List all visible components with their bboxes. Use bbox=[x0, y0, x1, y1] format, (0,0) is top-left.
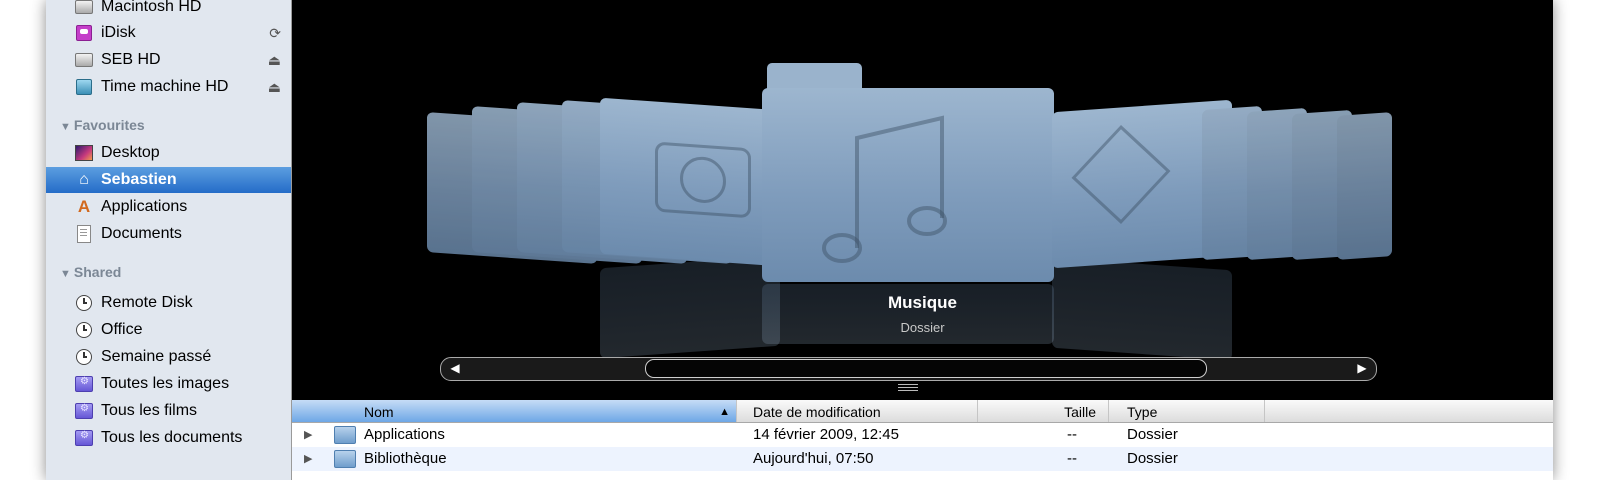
finder-window: Macintosh HD iDisk ⟳ SEB HD ⏏ Time machi… bbox=[46, 0, 1553, 480]
column-header-type[interactable]: Type bbox=[1109, 400, 1265, 422]
sidebar-item-desktop[interactable]: Desktop bbox=[46, 140, 291, 166]
cover-flow-scrollbar[interactable]: ◀ ▶ bbox=[440, 357, 1377, 381]
folder-cover-musique[interactable] bbox=[762, 88, 1054, 282]
folder-cover-images[interactable] bbox=[600, 97, 780, 267]
resize-grip-icon[interactable] bbox=[898, 384, 918, 392]
sidebar-item-semaine-passe[interactable]: Semaine passé bbox=[46, 344, 291, 370]
sidebar-item-office[interactable]: Office bbox=[46, 317, 291, 343]
sidebar-item-label: Remote Disk bbox=[101, 294, 193, 311]
scroll-right-arrow-icon[interactable]: ▶ bbox=[1350, 359, 1374, 377]
column-header-taille[interactable]: Taille bbox=[978, 400, 1109, 422]
sidebar-item-sebastien[interactable]: ⌂ Sebastien bbox=[46, 167, 291, 193]
sidebar-item-tous-les-films[interactable]: Tous les films bbox=[46, 398, 291, 424]
sort-ascending-icon: ▲ bbox=[719, 406, 730, 418]
list-view: Nom ▲ Date de modification Taille Type ▶… bbox=[292, 400, 1553, 480]
sidebar: Macintosh HD iDisk ⟳ SEB HD ⏏ Time machi… bbox=[46, 0, 292, 480]
cover-flow-subtitle: Dossier bbox=[900, 320, 945, 335]
sidebar-item-time-machine-hd[interactable]: Time machine HD ⏏ bbox=[46, 74, 291, 100]
pedestrian-sign-icon bbox=[1071, 124, 1171, 224]
sidebar-item-label: SEB HD bbox=[101, 51, 161, 68]
home-icon: ⌂ bbox=[79, 171, 89, 188]
clock-icon bbox=[75, 321, 93, 339]
disclosure-triangle-icon: ▼ bbox=[60, 268, 71, 280]
sidebar-item-label: Tous les documents bbox=[101, 429, 243, 446]
sidebar-item-applications[interactable]: A Applications bbox=[46, 194, 291, 220]
sidebar-item-seb-hd[interactable]: SEB HD ⏏ bbox=[46, 47, 291, 73]
column-header-date[interactable]: Date de modification bbox=[737, 400, 978, 422]
folder-icon bbox=[334, 450, 356, 468]
cover-flow-view[interactable]: Musique Dossier ◀ ▶ bbox=[292, 0, 1553, 400]
table-row[interactable]: ▶ Applications 14 février 2009, 12:45 --… bbox=[292, 423, 1553, 447]
sidebar-item-label: Semaine passé bbox=[101, 348, 212, 365]
shared-header[interactable]: ▼ Shared bbox=[60, 264, 121, 280]
list-header: Nom ▲ Date de modification Taille Type bbox=[292, 400, 1553, 423]
sidebar-item-label: Macintosh HD bbox=[101, 0, 202, 15]
disclosure-triangle-icon: ▼ bbox=[60, 121, 71, 133]
hard-disk-icon bbox=[75, 0, 93, 16]
eject-icon[interactable]: ⏏ bbox=[268, 52, 281, 69]
folder-cover[interactable] bbox=[1337, 112, 1392, 260]
sidebar-item-documents[interactable]: Documents bbox=[46, 221, 291, 247]
smart-folder-icon bbox=[75, 429, 93, 447]
column-header-nom[interactable]: Nom ▲ bbox=[292, 400, 737, 422]
sidebar-item-macintosh-hd[interactable]: Macintosh HD bbox=[46, 0, 291, 20]
sidebar-item-label: Desktop bbox=[101, 144, 160, 161]
sidebar-item-label: Applications bbox=[101, 198, 188, 215]
sidebar-item-label: Sebastien bbox=[101, 171, 177, 188]
cover-flow-title: Musique bbox=[888, 293, 957, 312]
cover-flow-scroll-thumb[interactable] bbox=[645, 359, 1207, 378]
documents-icon bbox=[75, 225, 93, 243]
table-row[interactable]: ▶ Bibliothèque Aujourd'hui, 07:50 -- Dos… bbox=[292, 447, 1553, 471]
sidebar-item-toutes-les-images[interactable]: Toutes les images bbox=[46, 371, 291, 397]
smart-folder-icon bbox=[75, 375, 93, 393]
disclosure-triangle-icon[interactable]: ▶ bbox=[304, 447, 312, 471]
applications-icon: A bbox=[77, 197, 91, 216]
clock-icon bbox=[75, 348, 93, 366]
music-note-icon bbox=[822, 115, 947, 263]
time-machine-disk-icon bbox=[75, 78, 93, 96]
clock-icon bbox=[75, 294, 93, 312]
smart-folder-icon bbox=[75, 402, 93, 420]
sidebar-item-tous-les-documents[interactable]: Tous les documents bbox=[46, 425, 291, 451]
sidebar-item-label: Documents bbox=[101, 225, 182, 242]
favourites-header[interactable]: ▼ Favourites bbox=[60, 117, 145, 133]
sidebar-item-remote-disk[interactable]: Remote Disk bbox=[46, 290, 291, 316]
desktop-icon bbox=[75, 144, 93, 162]
sidebar-item-label: Time machine HD bbox=[101, 78, 229, 95]
hard-disk-icon bbox=[75, 51, 93, 69]
disclosure-triangle-icon[interactable]: ▶ bbox=[304, 423, 312, 447]
sidebar-item-label: Office bbox=[101, 321, 143, 338]
scroll-left-arrow-icon[interactable]: ◀ bbox=[443, 359, 467, 377]
idisk-icon bbox=[75, 24, 93, 42]
sidebar-item-label: Toutes les images bbox=[101, 375, 230, 392]
eject-icon[interactable]: ⏏ bbox=[268, 79, 281, 96]
sidebar-item-label: iDisk bbox=[101, 24, 136, 41]
sidebar-item-idisk[interactable]: iDisk ⟳ bbox=[46, 20, 291, 46]
sync-icon[interactable]: ⟳ bbox=[269, 25, 281, 42]
sidebar-item-label: Tous les films bbox=[101, 402, 198, 419]
folder-icon bbox=[334, 426, 356, 444]
